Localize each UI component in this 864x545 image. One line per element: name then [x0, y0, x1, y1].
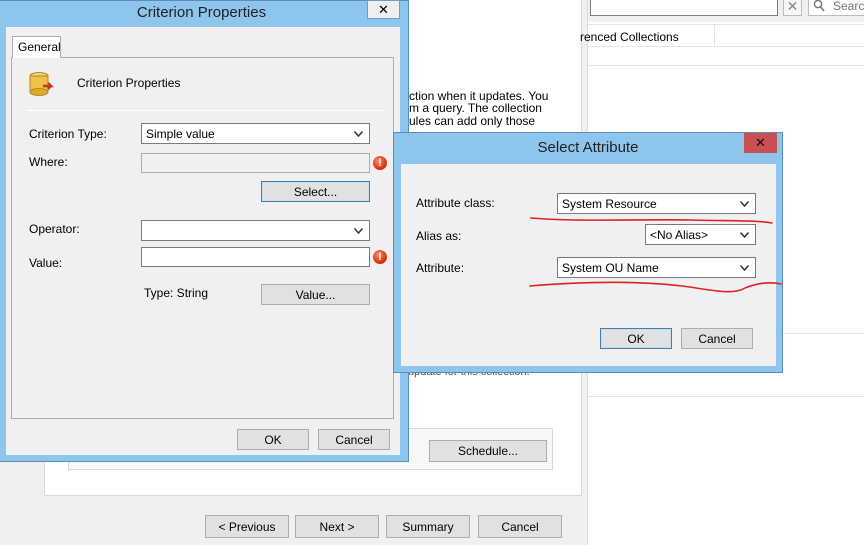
- underline-attribute-class: [530, 217, 773, 224]
- red-underline-annotations: [529, 217, 782, 293]
- tab-general[interactable]: General: [12, 36, 61, 58]
- underline-attribute: [529, 281, 782, 293]
- tab-general-label: General: [18, 40, 61, 54]
